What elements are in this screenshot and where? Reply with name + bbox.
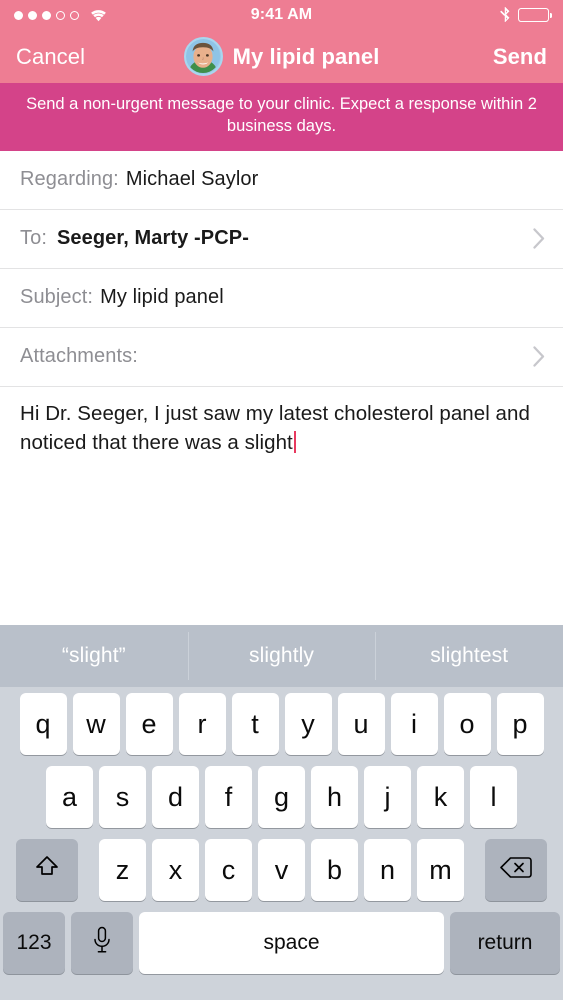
cellular-signal-icon (14, 10, 79, 20)
signal-dot-empty (70, 10, 79, 20)
key-i[interactable]: i (390, 693, 438, 755)
key-z[interactable]: z (99, 839, 146, 901)
chevron-right-icon[interactable] (533, 228, 545, 249)
key-l[interactable]: l (470, 766, 517, 828)
key-o[interactable]: o (443, 693, 491, 755)
key-k[interactable]: k (417, 766, 464, 828)
to-label: To: (20, 227, 47, 250)
shift-key[interactable] (16, 839, 78, 901)
field-row-attachments[interactable]: Attachments: (0, 328, 563, 387)
signal-dot-filled (42, 10, 51, 20)
subject-value: My lipid panel (100, 286, 224, 309)
backspace-icon (500, 855, 532, 886)
return-key[interactable]: return (450, 912, 560, 974)
signal-dot-empty (56, 10, 65, 20)
key-m[interactable]: m (417, 839, 464, 901)
key-d[interactable]: d (152, 766, 199, 828)
avatar (183, 37, 223, 76)
chevron-right-icon[interactable] (533, 346, 545, 367)
attachments-label: Attachments: (20, 345, 138, 368)
key-n[interactable]: n (364, 839, 411, 901)
key-r[interactable]: r (178, 693, 226, 755)
status-left-group (14, 8, 108, 22)
shift-arrow-icon (33, 853, 61, 888)
field-row-subject[interactable]: Subject: My lipid panel (0, 269, 563, 328)
on-screen-keyboard: “slight” slightly slightest q w e r t y … (0, 625, 563, 1000)
key-h[interactable]: h (311, 766, 358, 828)
field-row-to[interactable]: To: Seeger, Marty -PCP- (0, 210, 563, 269)
space-key[interactable]: space (139, 912, 444, 974)
subject-label: Subject: (20, 286, 94, 309)
message-body-input[interactable]: Hi Dr. Seeger, I just saw my latest chol… (0, 387, 563, 457)
key-u[interactable]: u (337, 693, 385, 755)
page-title: My lipid panel (232, 43, 380, 69)
key-p[interactable]: p (496, 693, 544, 755)
key-b[interactable]: b (311, 839, 358, 901)
battery-full-icon (518, 8, 553, 22)
numbers-key[interactable]: 123 (3, 912, 65, 974)
suggestion-2[interactable]: slightest (375, 625, 563, 687)
key-q[interactable]: q (19, 693, 67, 755)
info-banner: Send a non-urgent message to your clinic… (0, 83, 563, 151)
key-a[interactable]: a (46, 766, 93, 828)
suggestion-0[interactable]: “slight” (0, 625, 188, 687)
keyboard-row-1: q w e r t y u i o p (0, 693, 563, 755)
signal-dot-filled (28, 10, 37, 20)
key-c[interactable]: c (205, 839, 252, 901)
regarding-label: Regarding: (20, 168, 119, 191)
bluetooth-icon (499, 5, 510, 24)
dictation-key[interactable] (71, 912, 133, 974)
signal-dot-filled (14, 10, 23, 20)
navigation-bar: Cancel Send My lipid panel (0, 30, 563, 83)
key-x[interactable]: x (152, 839, 199, 901)
key-w[interactable]: w (72, 693, 120, 755)
key-v[interactable]: v (258, 839, 305, 901)
key-j[interactable]: j (364, 766, 411, 828)
message-body-text: Hi Dr. Seeger, I just saw my latest chol… (20, 401, 530, 454)
keyboard-row-4: 123 space return (0, 912, 563, 974)
keyboard-row-3: z x c v b n m (0, 839, 563, 901)
to-value: Seeger, Marty -PCP- (56, 227, 249, 250)
keyboard-row-2: a s d f g h j k l (0, 766, 563, 828)
phone-screen: 9:41 AM Cancel Send My lipid panel Send … (0, 0, 563, 1000)
microphone-icon (92, 926, 112, 961)
backspace-key[interactable] (485, 839, 547, 901)
status-bar: 9:41 AM (0, 0, 563, 30)
key-f[interactable]: f (205, 766, 252, 828)
wifi-icon (89, 8, 108, 22)
text-caret (293, 430, 296, 453)
suggestion-1[interactable]: slightly (187, 625, 376, 687)
key-t[interactable]: t (231, 693, 279, 755)
cancel-button[interactable]: Cancel (16, 44, 85, 70)
user-avatar-photo (185, 39, 221, 74)
predictive-text-bar: “slight” slightly slightest (0, 625, 563, 687)
send-button[interactable]: Send (493, 44, 547, 70)
field-row-regarding[interactable]: Regarding: Michael Saylor (0, 151, 563, 210)
compose-form: Regarding: Michael Saylor To: Seeger, Ma… (0, 150, 563, 457)
status-right-group (499, 5, 553, 24)
key-s[interactable]: s (99, 766, 146, 828)
key-y[interactable]: y (284, 693, 332, 755)
regarding-value: Michael Saylor (125, 168, 259, 191)
key-g[interactable]: g (258, 766, 305, 828)
key-e[interactable]: e (125, 693, 173, 755)
